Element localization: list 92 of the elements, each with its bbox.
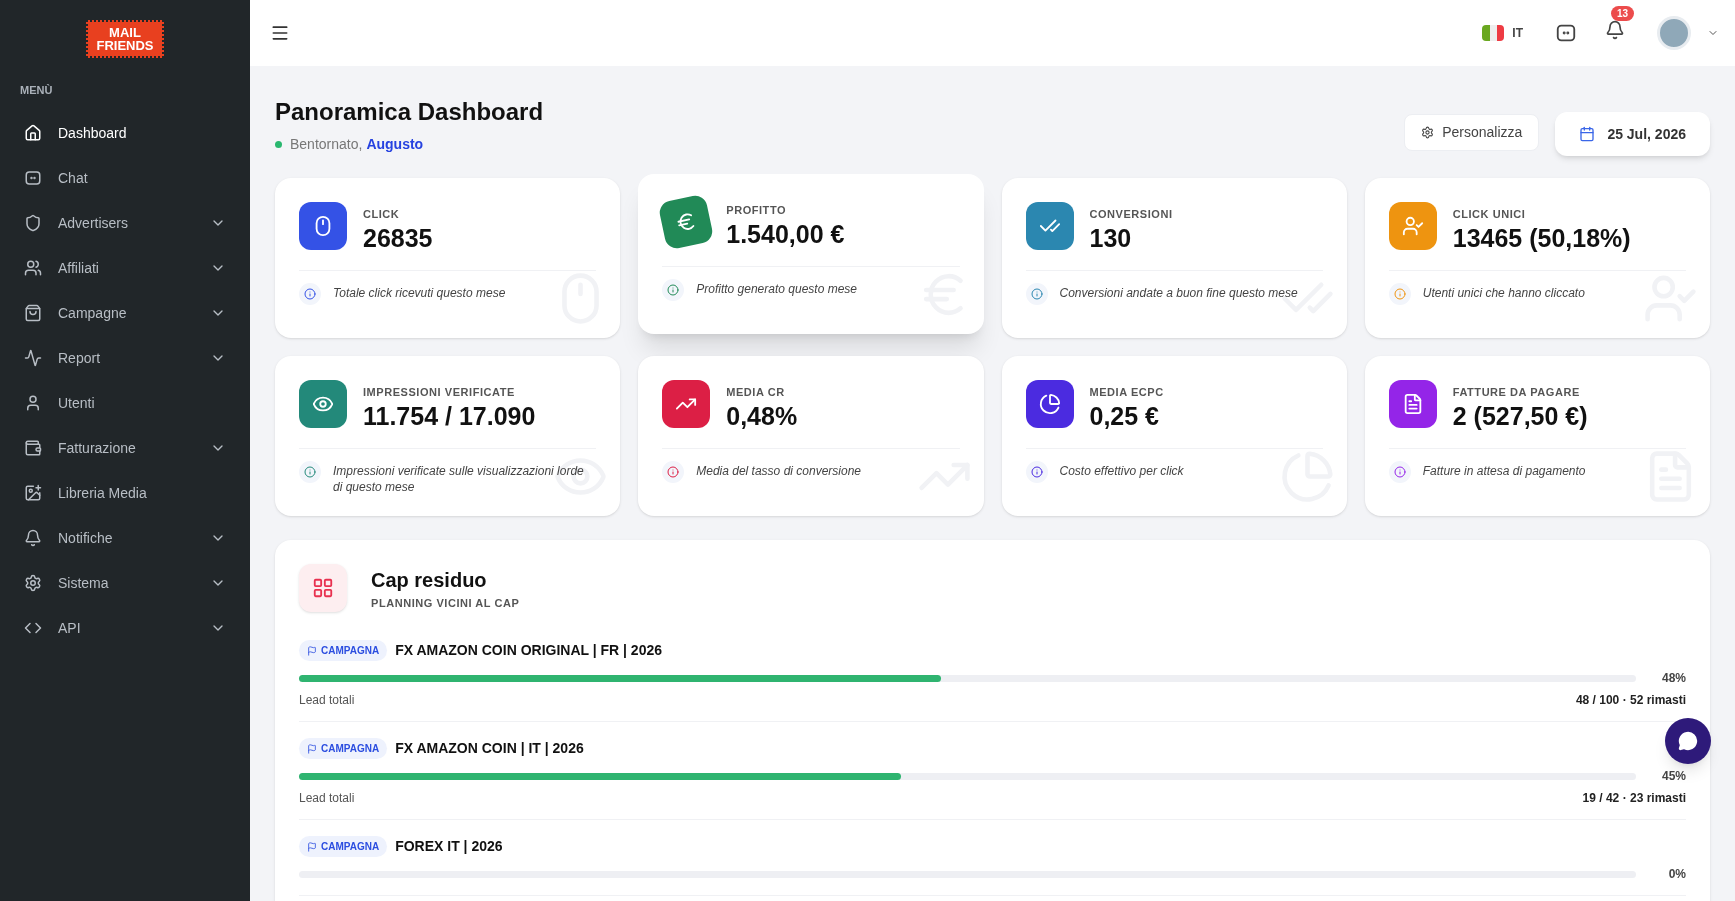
stat-value: 26835 [363, 222, 433, 254]
sidebar-item[interactable]: Affiliati [12, 245, 238, 291]
stat-label: CONVERSIONI [1089, 207, 1173, 222]
sidebar-item[interactable]: API [12, 605, 238, 651]
chat-bubble-icon [1678, 731, 1698, 751]
flag-icon [307, 645, 317, 656]
pie-chart-icon [1038, 393, 1061, 415]
menu-item-icon [24, 574, 42, 592]
flag-icon [307, 743, 317, 754]
sidebar-item[interactable]: Chat [12, 155, 238, 201]
menu-item-icon [24, 529, 42, 547]
calendar-icon [1579, 126, 1596, 142]
notification-badge: 13 [1611, 5, 1635, 21]
progress-percent: 48% [1660, 670, 1686, 687]
menu-heading: MENÙ [19, 83, 54, 98]
menu-item-icon [24, 259, 42, 277]
progress-percent: 45% [1660, 768, 1686, 785]
menu-icon [270, 23, 290, 43]
stat-value: 13465 (50,18%) [1452, 222, 1631, 254]
stat-value: 1.540,00 € [726, 218, 845, 250]
chat-button[interactable] [1555, 22, 1577, 44]
info-icon [1393, 287, 1406, 300]
sidebar-item[interactable]: Report [12, 335, 238, 381]
menu-item-icon [24, 349, 42, 367]
gear-icon [1421, 126, 1435, 139]
stat-note: Media del tasso di conversione [696, 462, 861, 479]
sidebar-item[interactable]: Dashboard [12, 110, 238, 156]
stat-note: Conversioni andate a buon fine questo mese [1059, 284, 1298, 301]
stat-note: Fatture in attesa di pagamento [1422, 462, 1586, 479]
stat-label: PROFITTO [726, 203, 788, 218]
info-icon [304, 287, 316, 300]
sidebar-item[interactable]: Sistema [12, 560, 238, 606]
menu-item-icon [24, 169, 42, 187]
menu-item-icon [24, 214, 42, 232]
progress-percent: 0% [1667, 866, 1686, 883]
stat-value: 130 [1089, 222, 1133, 254]
campaign-name: FX AMAZON COIN | IT | 2026 [395, 739, 584, 758]
stat-note: Impressioni verificate sulle visualizzazioni lorde di questo mese [333, 462, 585, 495]
sidebar-item[interactable]: Libreria Media [12, 470, 238, 516]
section-title: Cap residuo [371, 567, 488, 593]
page-title: Panoramica Dashboard [275, 97, 545, 127]
user-check-icon [1401, 215, 1424, 237]
menu-item-icon [24, 124, 42, 142]
stat-value: 0,48% [726, 400, 798, 432]
info-icon [667, 283, 680, 296]
info-icon [1030, 287, 1043, 300]
flag-icon [307, 841, 317, 852]
stat-note: Totale click ricevuti questo mese [333, 284, 506, 301]
campaign-tag: CAMPAGNA [299, 640, 388, 661]
stat-label: IMPRESSIONI VERIFICATE [363, 385, 516, 400]
customize-button[interactable]: Personalizza [1404, 114, 1540, 151]
stat-value: 0,25 € [1089, 400, 1160, 432]
date-button[interactable]: 25 Jul, 2026 [1555, 112, 1710, 156]
italy-flag-icon [1482, 25, 1505, 41]
stat-label: MEDIA ECPC [1089, 385, 1164, 400]
user-name-link[interactable]: Augusto [366, 134, 424, 155]
campaign-name: FX AMAZON COIN ORIGINAL | FR | 2026 [395, 641, 663, 660]
section-subtitle: PLANNING VICINI AL CAP [371, 595, 520, 611]
greeting-text: Bentornato, [290, 135, 363, 154]
menu-item-icon [24, 304, 42, 322]
notifications-button[interactable] [1605, 19, 1625, 40]
stat-label: CLICK [363, 207, 401, 222]
sidebar-item[interactable]: Utenti [12, 380, 238, 426]
sidebar-item[interactable]: Fatturazione [12, 425, 238, 471]
campaign-tag: CAMPAGNA [299, 738, 388, 759]
info-icon [1030, 465, 1043, 478]
stat-label: FATTURE DA PAGARE [1452, 385, 1581, 400]
menu-item-icon [24, 439, 42, 457]
caption-text: Lead totali [299, 790, 355, 807]
menu-item-icon [24, 484, 42, 502]
stat-value: 2 (527,50 €) [1452, 400, 1588, 432]
campaign-tag: CAMPAGNA [299, 836, 388, 857]
sidebar-item[interactable]: Campagne [12, 290, 238, 336]
language-button[interactable]: IT [1482, 24, 1523, 42]
info-icon [304, 465, 316, 478]
logo[interactable]: MAIL FRIENDS [86, 20, 164, 58]
info-icon [1393, 465, 1406, 478]
sidebar-item[interactable]: Advertisers [12, 200, 238, 246]
menu-item-icon [24, 394, 42, 412]
stat-note: Utenti unici che hanno cliccato [1422, 284, 1585, 301]
stat-value: 11.754 / 17.090 [363, 400, 536, 432]
sidebar-item[interactable]: Notifiche [12, 515, 238, 561]
stat-label: CLICK UNICI [1452, 207, 1527, 222]
caption-text: Lead totali [299, 692, 355, 709]
stat-note: Profitto generato questo mese [696, 280, 857, 297]
stat-label: MEDIA CR [726, 385, 786, 400]
lead-count: 48 / 100 · 52 rimasti [1575, 692, 1686, 709]
info-icon [667, 465, 680, 478]
campaign-name: FOREX IT | 2026 [395, 837, 503, 856]
lead-count: 19 / 42 · 23 rimasti [1582, 790, 1686, 807]
stat-note: Costo effettivo per click [1059, 462, 1184, 479]
grid-icon [312, 577, 334, 599]
